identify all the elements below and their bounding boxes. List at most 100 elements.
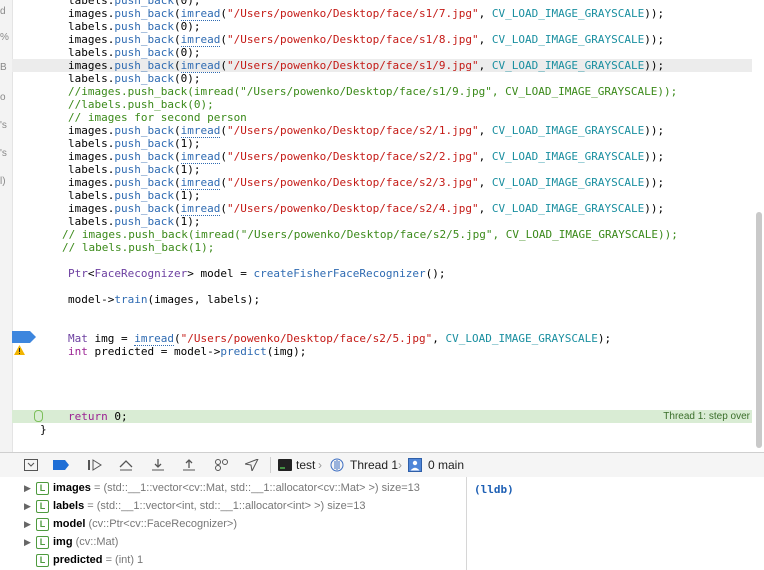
code-token: } [40,423,47,436]
code-line[interactable]: images.push_back(imread("/Users/powenko/… [12,124,752,138]
code-line[interactable] [12,358,752,371]
code-token: images. [68,176,115,189]
variables-view[interactable]: ▶ L images = (std::__1::vector<cv::Mat, … [0,477,467,570]
code-line[interactable]: labels.push_back(0); [12,72,752,85]
code-line[interactable] [12,384,752,397]
disclosure-triangle-icon[interactable]: ▶ [24,497,31,515]
thread-icon [328,457,346,473]
disclosure-triangle-icon[interactable]: ▶ [24,479,31,497]
code-line[interactable] [12,371,752,384]
code-token: , [478,7,492,20]
breadcrumb-thread[interactable]: Thread 1 [350,457,398,473]
code-token: "/Users/powenko/Desktop/face/s2/1.jpg" [226,124,479,137]
simulate-location-icon[interactable] [243,457,261,473]
code-token: push_back [114,124,174,137]
breakpoint-marker[interactable] [12,331,36,343]
step-out-icon[interactable] [180,457,198,473]
variable-row[interactable]: ▶ L model (cv::Ptr<cv::FaceRecognizer>) [0,515,466,533]
code-line[interactable]: // labels.push_back(1); [12,241,752,254]
code-line[interactable] [12,254,752,267]
code-token: int [68,345,88,358]
code-token: )); [644,202,665,215]
code-line[interactable]: labels.push_back(1); [12,137,752,150]
editor-scrollbar[interactable] [756,212,762,448]
code-token: (0); [173,0,201,7]
terminal-icon [276,457,294,473]
code-line[interactable]: // images for second person [12,111,752,124]
code-line[interactable]: images.push_back(imread("/Users/powenko/… [12,202,752,216]
variable-detail: = (std::__1::vector<cv::Mat, std::__1::a… [90,482,420,494]
breadcrumb-target[interactable]: test [296,457,315,473]
code-token: )); [644,150,665,163]
variable-detail: (cv::Ptr<cv::FaceRecognizer>) [85,518,238,530]
code-line[interactable] [12,280,752,293]
code-line-highlighted[interactable]: images.push_back(imread("/Users/powenko/… [12,59,752,73]
code-token: ( [220,202,227,215]
step-into-icon[interactable] [149,457,167,473]
variable-detail: (cv::Mat) [72,536,119,548]
code-token: return [68,410,108,423]
code-line[interactable] [12,397,752,410]
current-instruction-line[interactable]: return 0; Thread 1: step over [12,410,752,423]
code-token: (1); [173,137,201,150]
code-token: CV_LOAD_IMAGE_GRAYSCALE [491,176,645,189]
code-line[interactable]: labels.push_back(1); [12,189,752,202]
code-line[interactable]: labels.push_back(0); [12,46,752,59]
code-line[interactable]: Ptr<FaceRecognizer> model = createFisher… [12,267,752,280]
debug-console[interactable]: (lldb) [467,477,764,570]
gutter-letter: % [0,32,9,43]
local-variable-icon: L [36,482,49,495]
code-token: labels. [68,215,115,228]
code-token: FaceRecognizer [94,267,188,280]
variable-row[interactable]: ▶ L img (cv::Mat) [0,533,466,551]
code-line[interactable] [12,306,752,319]
code-line[interactable]: } [12,423,752,436]
code-token: ( [220,176,227,189]
code-line[interactable]: labels.push_back(0); [12,0,752,7]
code-line[interactable]: int predicted = model->predict(img); [12,345,752,358]
code-line[interactable] [12,319,752,332]
variable-name: img [53,536,73,548]
disclosure-triangle-icon[interactable]: ▶ [24,515,31,533]
hide-debug-area-icon[interactable] [22,457,40,473]
variable-row[interactable]: L predicted = (int) 1 [0,551,466,569]
warning-icon[interactable] [14,345,25,355]
program-counter-icon [34,410,43,422]
code-token: imread [134,332,174,346]
code-line[interactable]: model->train(images, labels); [12,293,752,306]
code-token: imread [180,202,221,216]
variable-row[interactable]: ▶ L labels = (std::__1::vector<int, std:… [0,497,466,515]
code-token: push_back [114,189,174,202]
code-line[interactable]: images.push_back(imread("/Users/powenko/… [12,7,752,21]
code-line[interactable]: //images.push_back(imread("/Users/powenk… [12,85,752,98]
code-line[interactable]: // images.push_back(imread("/Users/powen… [12,228,752,241]
code-token: ( [173,332,181,345]
code-token: , [432,332,446,345]
code-token: Ptr [68,267,88,280]
code-line[interactable]: images.push_back(imread("/Users/powenko/… [12,33,752,47]
step-over-icon[interactable] [117,457,135,473]
code-line[interactable]: labels.push_back(0); [12,20,752,33]
code-line[interactable]: //labels.push_back(0); [12,98,752,111]
continue-icon[interactable] [86,457,104,473]
code-token: ( [173,176,181,189]
disclosure-triangle-icon[interactable]: ▶ [24,533,31,551]
variable-row[interactable]: ▶ L images = (std::__1::vector<cv::Mat, … [0,479,466,497]
lldb-prompt: (lldb) [474,483,514,496]
code-token: ( [220,150,227,163]
code-line[interactable]: images.push_back(imread("/Users/powenko/… [12,176,752,190]
code-line[interactable]: labels.push_back(1); [12,163,752,176]
code-token: ( [173,150,181,163]
breadcrumb-frame[interactable]: 0 main [428,457,464,473]
code-token: //images.push_back(imread("/Users/powenk… [68,85,678,98]
source-editor[interactable]: labels.push_back(0); images.push_back(im… [12,0,752,452]
debug-view-hierarchy-icon[interactable] [213,457,231,473]
code-token: img = [87,332,135,345]
code-line[interactable]: Mat img = imread("/Users/powenko/Desktop… [12,332,752,346]
breakpoints-toggle-icon[interactable] [52,457,70,473]
code-token: predict [220,345,267,358]
code-line[interactable]: labels.push_back(1); [12,215,752,228]
code-line[interactable]: images.push_back(imread("/Users/powenko/… [12,150,752,164]
code-token: ( [173,202,181,215]
code-token: images. [68,150,115,163]
